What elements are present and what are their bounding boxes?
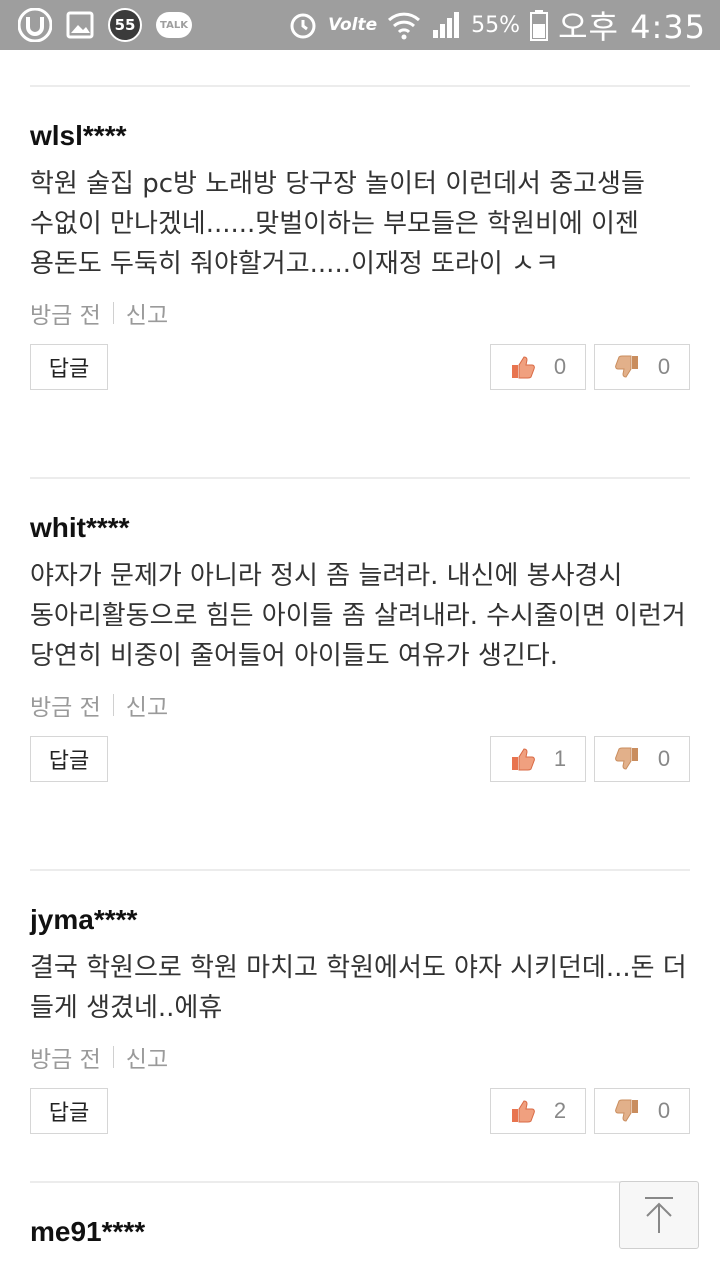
thumbs-up-icon — [511, 748, 535, 771]
reply-button[interactable]: 답글 — [30, 344, 108, 390]
game-badge-icon: 55 — [108, 8, 142, 42]
battery-percent: 55% — [471, 12, 521, 38]
meta-separator — [112, 1046, 114, 1068]
comment-actions: 답글 1 0 — [30, 736, 690, 784]
dislike-count: 0 — [657, 1098, 671, 1123]
comment-author: whit**** — [30, 512, 130, 543]
signal-icon — [431, 10, 461, 40]
comment-text: 야자가 문제가 아니라 정시 좀 늘려라. 내신에 봉사경시 동아리활동으로 힘… — [30, 561, 686, 671]
thumbs-up-icon — [511, 356, 535, 379]
report-link[interactable]: 신고 — [126, 296, 168, 330]
report-link[interactable]: 신고 — [126, 688, 168, 722]
like-count: 0 — [553, 354, 567, 379]
wifi-icon — [387, 10, 421, 40]
comment-time: 방금 전 — [30, 303, 101, 329]
dislike-button[interactable]: 0 — [594, 344, 690, 390]
comment-text: 결국 학원으로 학원 마치고 학원에서도 야자 시키던데...돈 더 들게 생겼… — [30, 953, 687, 1023]
like-button[interactable]: 0 — [490, 344, 586, 390]
report-link[interactable]: 신고 — [126, 1040, 168, 1074]
comment-author: jyma**** — [30, 904, 138, 935]
dislike-count: 0 — [657, 354, 671, 379]
divider — [30, 477, 690, 479]
reply-button[interactable]: 답글 — [30, 1088, 108, 1134]
comment-meta: 방금 전 신고 — [30, 1040, 690, 1074]
divider — [30, 1181, 690, 1183]
comment-text: 학원 술집 pc방 노래방 당구장 놀이터 이런데서 중고생들 수없이 만나겠네… — [30, 169, 645, 279]
thumbs-down-icon — [614, 1099, 638, 1122]
arrow-up-icon — [645, 1197, 673, 1233]
comment-author: wlsl**** — [30, 120, 127, 151]
comment-item: whit**** 야자가 문제가 아니라 정시 좀 늘려라. 내신에 봉사경시 … — [30, 512, 690, 784]
dislike-count: 0 — [657, 746, 671, 771]
comment-meta: 방금 전 신고 — [30, 688, 690, 722]
status-bar: 55 TALK Volte 55% 오후 4:35 — [0, 0, 720, 50]
like-count: 2 — [553, 1098, 567, 1123]
alarm-icon — [288, 10, 318, 40]
thumbs-up-icon — [511, 1100, 535, 1123]
u-plus-icon — [18, 8, 52, 42]
like-button[interactable]: 1 — [490, 736, 586, 782]
reply-button[interactable]: 답글 — [30, 736, 108, 782]
battery-icon — [530, 9, 549, 41]
thumbs-down-icon — [614, 747, 638, 770]
like-button[interactable]: 2 — [490, 1088, 586, 1134]
gallery-icon — [66, 11, 94, 39]
scroll-to-top-button[interactable] — [619, 1181, 699, 1249]
comment-item: wlsl**** 학원 술집 pc방 노래방 당구장 놀이터 이런데서 중고생들… — [30, 120, 690, 392]
dislike-button[interactable]: 0 — [594, 736, 690, 782]
comment-time: 방금 전 — [30, 1047, 101, 1073]
dislike-button[interactable]: 0 — [594, 1088, 690, 1134]
clock: 오후 4:35 — [558, 8, 706, 46]
comment-item: me91**** — [30, 1216, 690, 1248]
comment-author: me91**** — [30, 1216, 146, 1247]
comment-actions: 답글 2 0 — [30, 1088, 690, 1136]
thumbs-down-icon — [614, 355, 638, 378]
volte-indicator: Volte — [328, 15, 378, 35]
comment-meta: 방금 전 신고 — [30, 296, 690, 330]
meta-separator — [112, 694, 114, 716]
comment-time: 방금 전 — [30, 695, 101, 721]
divider — [30, 869, 690, 871]
like-count: 1 — [553, 746, 567, 771]
meta-separator — [112, 302, 114, 324]
kakaotalk-icon: TALK — [156, 12, 192, 38]
comment-actions: 답글 0 0 — [30, 344, 690, 392]
comment-item: jyma**** 결국 학원으로 학원 마치고 학원에서도 야자 시키던데...… — [30, 904, 690, 1136]
divider — [30, 85, 690, 87]
